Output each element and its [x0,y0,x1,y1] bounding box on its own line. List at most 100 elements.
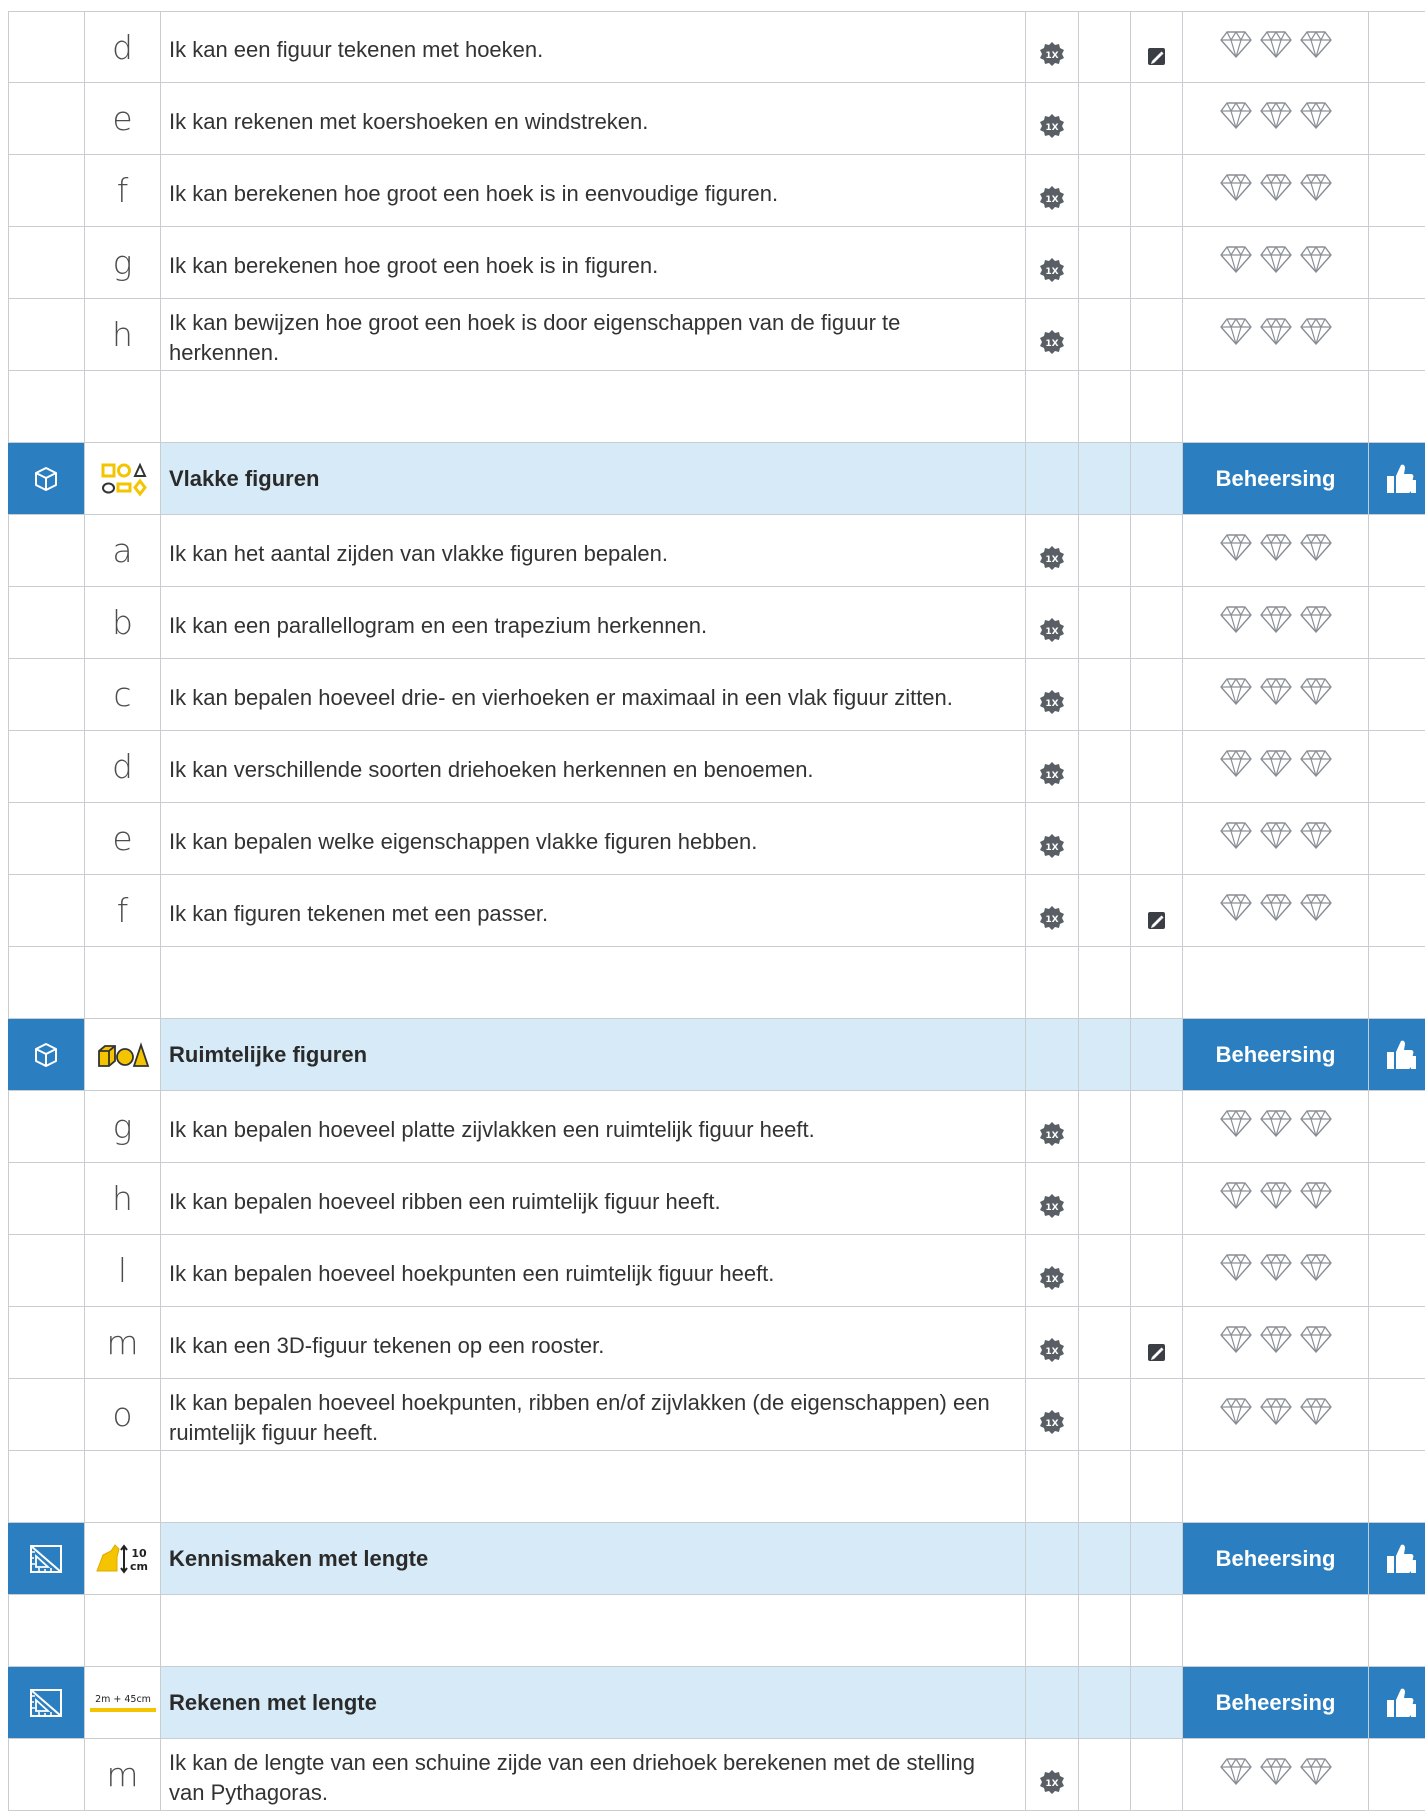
gem-rating[interactable] [1182,1163,1368,1234]
row-spacer [8,83,84,154]
gem-icon[interactable] [1219,533,1252,566]
gem-rating[interactable] [1182,875,1368,946]
goal-text-cell: Ik kan een parallellogram en een trapezi… [160,587,1025,658]
gem-icon[interactable] [1259,245,1292,278]
mastery-status-button[interactable]: Beheersing [1182,1523,1368,1594]
gem-icon[interactable] [1219,1253,1252,1286]
mastery-status-button[interactable]: Beheersing [1182,1019,1368,1090]
gem-icon[interactable] [1299,605,1332,638]
category-row[interactable]: Vlakke figuren Beheersing [8,443,1425,515]
gem-icon[interactable] [1219,1325,1252,1358]
gem-icon[interactable] [1259,749,1292,782]
gem-rating[interactable] [1182,515,1368,586]
gem-icon[interactable] [1219,317,1252,350]
gem-icon[interactable] [1259,1253,1292,1286]
gem-icon[interactable] [1219,1397,1252,1430]
gem-icon[interactable] [1299,173,1332,206]
pencil-cell [1130,659,1182,730]
gem-icon[interactable] [1299,101,1332,134]
pencil-icon[interactable] [1146,1341,1168,1368]
gem-rating[interactable] [1182,12,1368,82]
category-title[interactable]: Vlakke figuren [160,443,1025,514]
gem-icon[interactable] [1219,821,1252,854]
gem-icon[interactable] [1299,1253,1332,1286]
gem-rating[interactable] [1182,299,1368,370]
gem-icon[interactable] [1219,173,1252,206]
thumbs-up-icon[interactable] [1368,1667,1425,1738]
gem-rating[interactable] [1182,1379,1368,1450]
gem-icon[interactable] [1299,1181,1332,1214]
goal-letter: e [84,803,160,874]
gem-rating[interactable] [1182,1739,1368,1810]
gem-icon[interactable] [1219,101,1252,134]
gem-icon[interactable] [1219,749,1252,782]
gem-icon[interactable] [1259,101,1292,134]
gem-rating[interactable] [1182,83,1368,154]
gem-icon[interactable] [1299,317,1332,350]
gem-icon[interactable] [1259,893,1292,926]
gem-rating[interactable] [1182,803,1368,874]
category-title[interactable]: Ruimtelijke figuren [160,1019,1025,1090]
gem-icon[interactable] [1299,749,1332,782]
mastery-status-button[interactable]: Beheersing [1182,443,1368,514]
gem-icon[interactable] [1299,1757,1332,1790]
gem-icon[interactable] [1219,1109,1252,1142]
gem-icon[interactable] [1219,245,1252,278]
gem-icon[interactable] [1259,1181,1292,1214]
goal-row: e Ik kan bepalen welke eigenschappen vla… [8,803,1425,875]
gem-rating[interactable] [1182,587,1368,658]
gem-icon[interactable] [1259,1325,1292,1358]
thumbs-up-icon[interactable] [1368,1019,1425,1090]
gem-icon[interactable] [1259,30,1292,63]
gem-icon[interactable] [1259,317,1292,350]
gem-rating[interactable] [1182,659,1368,730]
category-title[interactable]: Rekenen met lengte [160,1667,1025,1738]
gem-rating[interactable] [1182,1235,1368,1306]
gem-icon[interactable] [1299,677,1332,710]
gem-icon[interactable] [1299,533,1332,566]
gem-icon[interactable] [1259,1109,1292,1142]
gem-icon[interactable] [1219,1181,1252,1214]
gem-icon[interactable] [1299,30,1332,63]
gem-icon[interactable] [1259,605,1292,638]
gem-icon[interactable] [1299,1397,1332,1430]
gem-icon[interactable] [1259,533,1292,566]
gem-icon[interactable] [1299,821,1332,854]
gem-icon[interactable] [1299,1109,1332,1142]
svg-text:1X: 1X [1045,843,1058,853]
gem-rating[interactable] [1182,227,1368,298]
pencil-icon[interactable] [1146,45,1168,72]
gem-icon[interactable] [1259,1757,1292,1790]
gem-icon[interactable] [1259,1397,1292,1430]
category-row[interactable]: Ruimtelijke figuren Beheersing [8,1019,1425,1091]
gem-icon[interactable] [1259,173,1292,206]
empty-cell [1368,875,1425,946]
gem-icon[interactable] [1299,245,1332,278]
gem-icon[interactable] [1259,677,1292,710]
gem-icon[interactable] [1259,821,1292,854]
goal-text-cell: Ik kan berekenen hoe groot een hoek is i… [160,227,1025,298]
gem-icon[interactable] [1219,893,1252,926]
gem-rating[interactable] [1182,155,1368,226]
gem-icon[interactable] [1219,605,1252,638]
thumbs-up-icon[interactable] [1368,443,1425,514]
thumbs-up-icon[interactable] [1368,1523,1425,1594]
shapes-thumbnail [84,443,160,514]
empty-cell [1078,587,1130,658]
goal-row: g Ik kan bepalen hoeveel platte zijvlakk… [8,1091,1425,1163]
gem-icon[interactable] [1219,30,1252,63]
gem-rating[interactable] [1182,1307,1368,1378]
goal-text: Ik kan een figuur tekenen met hoeken. [169,37,544,62]
category-row[interactable]: 2m + 45cm Rekenen met lengte Beheersing [8,1667,1425,1739]
gem-icon[interactable] [1219,677,1252,710]
pencil-icon[interactable] [1146,909,1168,936]
empty-cell [1368,1379,1425,1450]
gem-icon[interactable] [1299,1325,1332,1358]
category-row[interactable]: 10 cm Kennismaken met lengte Beheersing [8,1523,1425,1595]
gem-rating[interactable] [1182,731,1368,802]
gem-icon[interactable] [1219,1757,1252,1790]
gem-rating[interactable] [1182,1091,1368,1162]
category-title[interactable]: Kennismaken met lengte [160,1523,1025,1594]
gem-icon[interactable] [1299,893,1332,926]
mastery-status-button[interactable]: Beheersing [1182,1667,1368,1738]
